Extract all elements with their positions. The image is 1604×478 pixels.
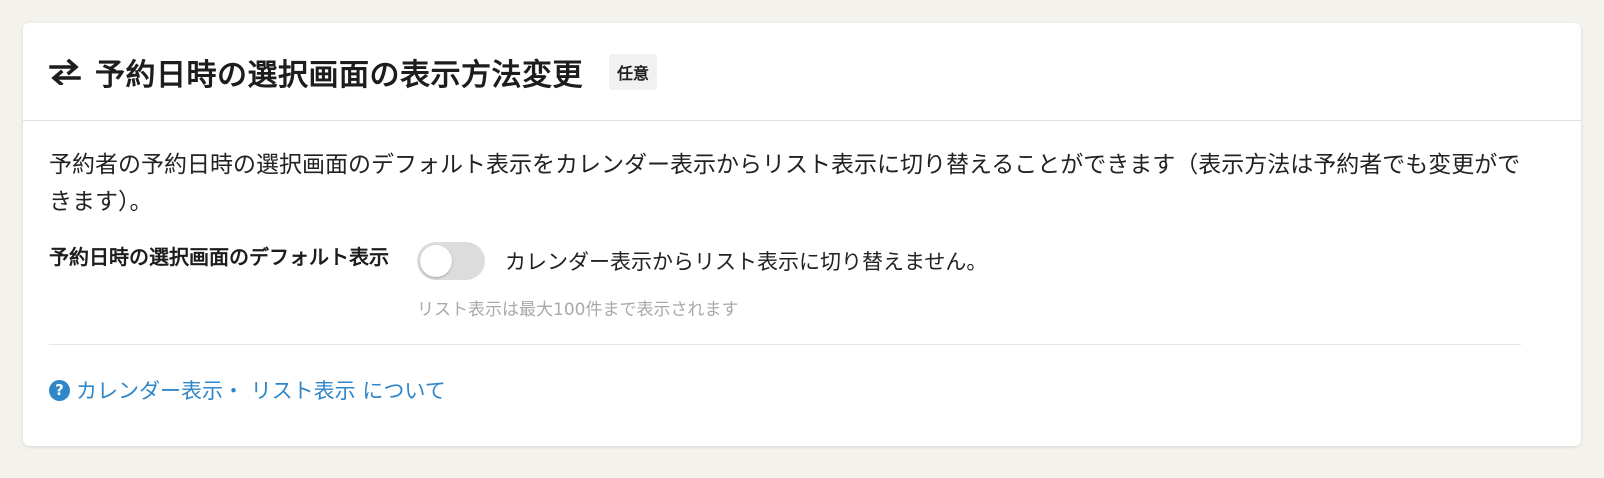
help-link-calendar-list[interactable]: ? カレンダー表示・ リスト表示 について — [49, 375, 446, 405]
toggle-line: カレンダー表示からリスト表示に切り替えません。 — [417, 241, 987, 281]
settings-card: 予約日時の選択画面の表示方法変更 任意 予約者の予約日時の選択画面のデフォルト表… — [23, 23, 1581, 446]
list-view-toggle[interactable] — [417, 242, 485, 280]
question-circle-icon: ? — [49, 379, 70, 401]
toggle-knob — [420, 245, 452, 277]
help-link-text: カレンダー表示・ リスト表示 について — [76, 379, 446, 403]
divider — [49, 344, 1521, 345]
card-header: 予約日時の選択画面の表示方法変更 任意 — [23, 23, 1581, 121]
card-body: 予約者の予約日時の選択画面のデフォルト表示をカレンダー表示からリスト表示に切り替… — [23, 121, 1581, 405]
setting-label: 予約日時の選択画面のデフォルト表示 — [49, 245, 389, 269]
toggle-status-text: カレンダー表示からリスト表示に切り替えません。 — [505, 250, 988, 274]
optional-badge: 任意 — [609, 53, 658, 90]
section-title: 予約日時の選択画面の表示方法変更 — [95, 57, 583, 93]
swap-arrows-icon — [49, 58, 81, 85]
list-limit-hint: リスト表示は最大100件まで表示されます — [417, 300, 739, 320]
section-description: 予約者の予約日時の選択画面のデフォルト表示をカレンダー表示からリスト表示に切り替… — [49, 152, 1521, 215]
setting-control: カレンダー表示からリスト表示に切り替えません。 リスト表示は最大100件まで表示… — [417, 241, 987, 320]
default-display-setting: 予約日時の選択画面のデフォルト表示 カレンダー表示からリスト表示に切り替えません… — [49, 241, 1555, 320]
